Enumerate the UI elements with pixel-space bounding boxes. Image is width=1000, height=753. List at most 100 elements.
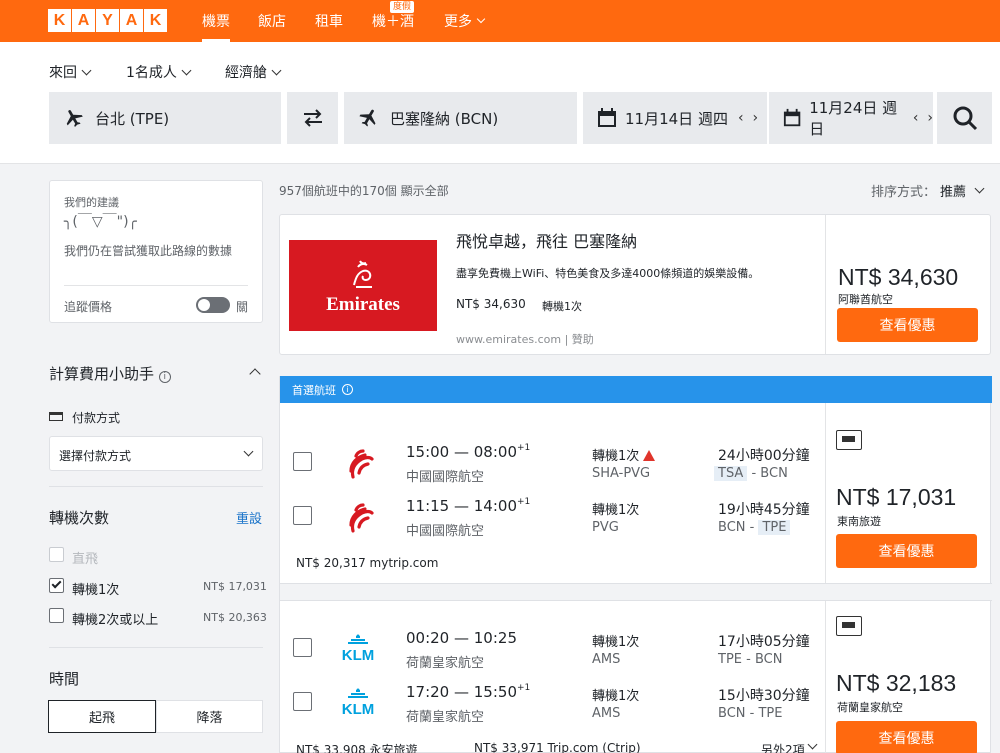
sponsored-ad-card[interactable]: Emirates 飛悅卓越，飛往 巴塞隆納 盡享免費機上WiFi、特色美食及多達…: [279, 214, 991, 355]
more-providers-dropdown[interactable]: 另外2項: [761, 739, 818, 753]
leg-origin-code: BCN: [718, 706, 746, 721]
stops-option-label: 直飛: [72, 552, 99, 567]
leg-select-checkbox[interactable]: [293, 506, 312, 525]
more-providers-label: 另外2項: [761, 743, 805, 753]
svg-text:KLM: KLM: [342, 701, 375, 716]
destination-field[interactable]: 巴塞隆納 (BCN): [344, 92, 577, 144]
payment-method-select[interactable]: 選擇付款方式: [49, 436, 263, 471]
leg-select-checkbox[interactable]: [293, 692, 312, 711]
chevron-down-icon: [271, 65, 282, 75]
leg-duration: 17小時05分鐘: [718, 634, 810, 650]
logo-letter: A: [72, 9, 95, 32]
flight-result-2[interactable]: KLM 00:20 — 10:25 荷蘭皇家航空 轉機1次 AMS 17小時05…: [280, 601, 992, 753]
klm-logo-icon: KLM: [342, 688, 375, 716]
leg-stops: 轉機1次: [592, 503, 640, 518]
stops-reset-link[interactable]: 重設: [236, 508, 262, 527]
flight-provider: 荷蘭皇家航空: [837, 701, 903, 714]
nav-cars[interactable]: 租車: [315, 0, 343, 42]
ad-view-deal-button[interactable]: 查看優惠: [837, 308, 978, 342]
results-separator: [280, 583, 992, 601]
logo-letter: A: [120, 9, 143, 32]
nav-packages[interactable]: 度假 機＋酒: [372, 0, 414, 42]
chevron-down-icon: [974, 183, 985, 194]
save-flight-icon[interactable]: [836, 616, 862, 636]
logo-letter: Y: [96, 9, 119, 32]
suggestion-text: 我們仍在嘗試獲取此路線的數據: [64, 244, 233, 258]
tab-landing[interactable]: 降落: [156, 700, 263, 733]
search-button[interactable]: [937, 92, 992, 144]
nav-label: 飯店: [258, 14, 286, 30]
leg-select-checkbox[interactable]: [293, 638, 312, 657]
tab-label: 起飛: [88, 711, 115, 726]
card-icon: [49, 412, 63, 421]
chevron-down-icon: [243, 446, 254, 457]
flight-price: NT$ 17,031: [836, 484, 957, 510]
view-deal-button[interactable]: 查看優惠: [836, 534, 977, 568]
return-date-field[interactable]: 11月24日 週日 ‹ ›: [769, 92, 933, 144]
info-icon[interactable]: i: [342, 384, 353, 395]
cabin-dropdown[interactable]: 經濟艙: [225, 62, 282, 82]
stops-checkbox-2-plus[interactable]: [49, 608, 64, 623]
leg-dest-code: BCN: [754, 652, 783, 667]
nav-label: 機票: [202, 14, 230, 30]
next-day-marker: +1: [517, 443, 531, 453]
kayak-logo[interactable]: K A Y A K: [48, 9, 167, 32]
stops-option-price: NT$ 20,363: [203, 611, 267, 624]
divider: [64, 285, 248, 286]
leg-origin-code: TSA: [714, 466, 748, 481]
track-price-label: 追蹤價格: [64, 300, 113, 314]
stops-checkbox-nonstop[interactable]: [49, 547, 64, 562]
ad-inline-price: NT$ 34,630: [456, 297, 526, 311]
button-label: 查看優惠: [879, 318, 936, 334]
swap-button[interactable]: [287, 92, 338, 144]
leg-duration: 24小時00分鐘: [718, 448, 810, 464]
origin-field[interactable]: 台北 (TPE): [49, 92, 281, 144]
search-form: 來回 1名成人 經濟艙 台北 (TPE) 巴塞隆納 (BCN) 11月14日 週…: [0, 42, 1000, 164]
leg-time-range: 11:15 — 14:00: [406, 497, 517, 515]
flight-result-1[interactable]: 15:00 — 08:00+1 中國國際航空 轉機1次 SHA-PVG 24小時…: [280, 403, 992, 583]
chevron-up-icon[interactable]: [249, 368, 261, 380]
search-icon: [953, 106, 977, 131]
leg-stops: 轉機1次: [592, 445, 656, 464]
leg-times: 15:00 — 08:00+1: [406, 443, 530, 461]
leg-stops-label: 轉機1次: [592, 449, 640, 464]
alt-provider-price[interactable]: NT$ 20,317 mytrip.com: [296, 556, 438, 570]
nav-hotels[interactable]: 飯店: [258, 0, 286, 42]
trip-type-dropdown[interactable]: 來回: [49, 62, 92, 82]
view-deal-button[interactable]: 查看優惠: [836, 721, 977, 753]
flight-provider: 東南旅遊: [837, 515, 881, 528]
leg-route: TSA - BCN: [714, 466, 788, 481]
stops-checkbox-1-stop[interactable]: [49, 578, 64, 593]
emirates-logo-text: Emirates: [326, 294, 400, 315]
tab-label: 降落: [196, 711, 223, 726]
nav-flights[interactable]: 機票: [202, 0, 230, 42]
stops-option-label: 轉機1次: [72, 583, 120, 598]
sort-value: 推薦: [940, 185, 967, 200]
save-flight-icon[interactable]: [836, 430, 862, 450]
nav-label: 更多: [444, 14, 472, 30]
ad-url[interactable]: www.emirates.com | 贊助: [456, 331, 594, 347]
divider: [825, 215, 826, 354]
leg-duration: 19小時45分鐘: [718, 502, 810, 518]
alt-provider-price[interactable]: NT$ 33,908 永安旅遊: [296, 741, 418, 753]
nav-more[interactable]: 更多: [444, 0, 486, 42]
leg-select-checkbox[interactable]: [293, 452, 312, 471]
info-icon[interactable]: i: [158, 371, 171, 383]
air-china-logo-icon: [349, 503, 374, 533]
ad-stops: 轉機1次: [542, 300, 582, 313]
track-price-toggle[interactable]: [196, 297, 230, 313]
fee-calculator-title: 計算費用小助手 i: [49, 363, 171, 384]
travelers-dropdown[interactable]: 1名成人: [126, 62, 192, 82]
stops-option-label: 轉機2次或以上: [72, 613, 159, 628]
depart-date-field[interactable]: 11月14日 週四 ‹ ›: [583, 92, 767, 144]
divider: [825, 403, 826, 583]
sort-dropdown[interactable]: 排序方式： 推薦: [871, 181, 985, 200]
tab-takeoff[interactable]: 起飛: [48, 700, 156, 733]
travelers-label: 1名成人: [126, 65, 177, 81]
leg-dest-code: BCN: [760, 466, 788, 481]
alt-provider-price[interactable]: NT$ 33,971 Trip.com (Ctrip): [474, 741, 641, 753]
date-prev-next-icon[interactable]: ‹ ›: [913, 110, 933, 126]
results-summary: 957個航班中的170個 顯示全部: [279, 184, 449, 198]
date-prev-next-icon[interactable]: ‹ ›: [738, 110, 758, 126]
cabin-label: 經濟艙: [225, 65, 267, 81]
